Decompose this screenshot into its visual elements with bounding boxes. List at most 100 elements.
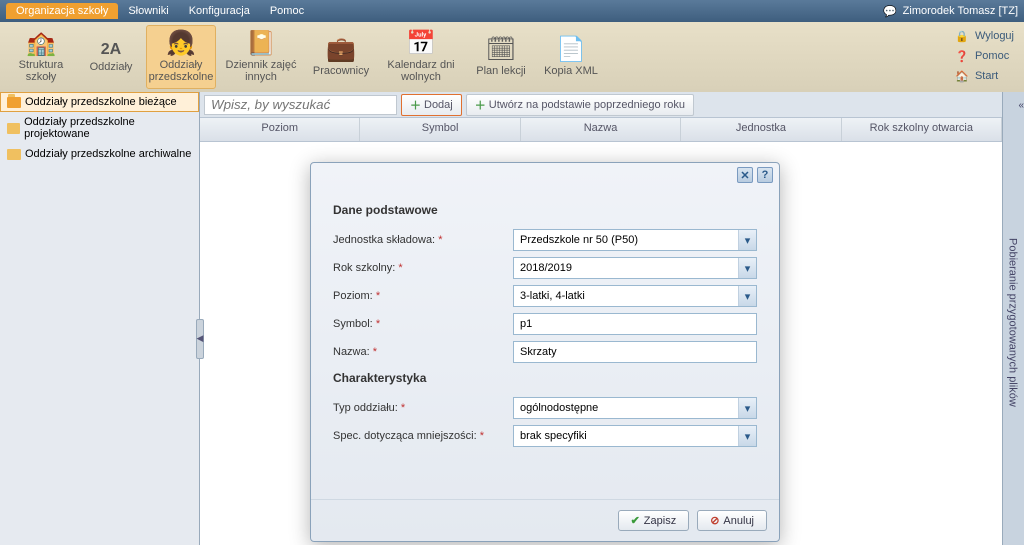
grid-header: Poziom Symbol Nazwa Jednostka Rok szkoln… [200, 118, 1002, 142]
label-rok: Rok szkolny: * [333, 262, 513, 274]
cancel-button[interactable]: ⊘ Anuluj [697, 510, 767, 531]
menu-tab-org[interactable]: Organizacja szkoły [6, 3, 118, 19]
dialog-help-button[interactable]: ? [757, 167, 773, 183]
label-jednostka: Jednostka składowa: * [333, 234, 513, 246]
field-nazwa[interactable]: Skrzaty [513, 341, 757, 363]
add-prev-button[interactable]: ＋Utwórz na podstawie poprzedniego roku [466, 94, 694, 116]
ribbon-struktura[interactable]: 🏫Struktura szkoły [6, 25, 76, 89]
chevron-down-icon[interactable]: ▾ [738, 230, 756, 250]
section-basic: Dane podstawowe [333, 203, 757, 217]
col-jednostka[interactable]: Jednostka [681, 118, 841, 141]
kids-icon: 👧 [166, 31, 196, 57]
sidebar-item-projektowane[interactable]: Oddziały przedszkolne projektowane [0, 112, 199, 144]
sidebar-item-label: Oddziały przedszkolne bieżące [25, 96, 177, 108]
sidebar: Oddziały przedszkolne bieżące Oddziały p… [0, 92, 200, 545]
journal-icon: 📔 [246, 31, 276, 57]
dialog-close-button[interactable]: ✕ [737, 167, 753, 183]
chevron-down-icon[interactable]: ▾ [738, 258, 756, 278]
field-typ[interactable]: ogólnodostępne ▾ [513, 397, 757, 419]
splitter-handle[interactable]: ◀ [196, 319, 204, 359]
chevron-down-icon[interactable]: ▾ [738, 286, 756, 306]
xml-icon: 📄 [556, 37, 586, 63]
field-symbol[interactable]: p1 [513, 313, 757, 335]
field-value: 3-latki, 4-latki [520, 290, 585, 302]
ribbon-label: Plan lekcji [476, 65, 526, 77]
col-rok[interactable]: Rok szkolny otwarcia [842, 118, 1002, 141]
ribbon-label: Pracownicy [313, 65, 369, 77]
class-icon: 2A [101, 41, 121, 59]
close-icon: ✕ [740, 169, 749, 182]
field-value: brak specyfiki [520, 430, 587, 442]
right-rail[interactable]: « Pobieranie przygotowanych plików [1002, 92, 1024, 545]
lock-icon: 🔒 [955, 29, 969, 43]
user-name: Zimorodek Tomasz [TZ] [903, 5, 1018, 17]
content-area: ◀ ＋Dodaj ＋Utwórz na podstawie poprzednie… [200, 92, 1002, 545]
help-link[interactable]: ❓Pomoc [955, 46, 1014, 66]
label-symbol: Symbol: * [333, 318, 513, 330]
start-link[interactable]: 🏠 Start [955, 66, 1014, 86]
ribbon-plan[interactable]: 🗓 Plan lekcji [466, 25, 536, 89]
chevron-down-icon[interactable]: ▾ [738, 426, 756, 446]
schedule-icon: 🗓 [486, 37, 516, 63]
sidebar-item-biezace[interactable]: Oddziały przedszkolne bieżące [0, 92, 199, 112]
ribbon-label: Kalendarz dni wolnych [376, 59, 466, 83]
field-value: 2018/2019 [520, 262, 572, 274]
label-poziom: Poziom: * [333, 290, 513, 302]
link-label: Start [975, 70, 998, 82]
col-nazwa[interactable]: Nazwa [521, 118, 681, 141]
chevron-left-icon: « [1018, 100, 1024, 111]
ribbon-oddzialy[interactable]: 2A Oddziały [76, 25, 146, 89]
field-value: Przedszkole nr 50 (P50) [520, 234, 638, 246]
menu-tab-help[interactable]: Pomoc [260, 3, 314, 19]
field-rok[interactable]: 2018/2019 ▾ [513, 257, 757, 279]
link-label: Pomoc [975, 50, 1009, 62]
question-icon: ? [762, 169, 769, 181]
field-value: p1 [520, 318, 532, 330]
edit-dialog: ✕ ? Dane podstawowe Jednostka składowa: … [310, 162, 780, 542]
ribbon-label: Dziennik zajęć innych [216, 59, 306, 83]
content-toolbar: ＋Dodaj ＋Utwórz na podstawie poprzedniego… [200, 92, 1002, 118]
dialog-header: ✕ ? [311, 163, 779, 187]
sidebar-item-label: Oddziały przedszkolne archiwalne [25, 148, 191, 160]
label-spec: Spec. dotycząca mniejszości: * [333, 430, 513, 442]
calendar-icon: 📅 [406, 31, 436, 57]
field-value: Skrzaty [520, 346, 557, 358]
field-poziom[interactable]: 3-latki, 4-latki ▾ [513, 285, 757, 307]
ribbon-dziennik[interactable]: 📔Dziennik zajęć innych [216, 25, 306, 89]
sidebar-item-archiwalne[interactable]: Oddziały przedszkolne archiwalne [0, 144, 199, 164]
ribbon-pracownicy[interactable]: 💼Pracownicy [306, 25, 376, 89]
home-icon: 🏠 [955, 69, 969, 83]
add-button[interactable]: ＋Dodaj [401, 94, 462, 116]
ribbon-kalendarz[interactable]: 📅Kalendarz dni wolnych [376, 25, 466, 89]
sidebar-item-label: Oddziały przedszkolne projektowane [24, 116, 192, 140]
field-spec[interactable]: brak specyfiki ▾ [513, 425, 757, 447]
plus-icon: ＋ [410, 97, 421, 113]
menu-tab-config[interactable]: Konfiguracja [179, 3, 260, 19]
save-button[interactable]: ✔ Zapisz [618, 510, 690, 531]
check-icon: ✔ [631, 514, 640, 527]
col-poziom[interactable]: Poziom [200, 118, 360, 141]
logout-link[interactable]: 🔒Wyloguj [955, 26, 1014, 46]
search-input[interactable] [204, 95, 397, 115]
field-jednostka[interactable]: Przedszkole nr 50 (P50) ▾ [513, 229, 757, 251]
ribbon-przedszkolne[interactable]: 👧Oddziały przedszkolne [146, 25, 216, 89]
ribbon: 🏫Struktura szkoły 2A Oddziały 👧Oddziały p… [0, 22, 1024, 92]
menu-tab-slowniki[interactable]: Słowniki [118, 3, 178, 19]
ribbon-label: Oddziały [90, 61, 133, 73]
dialog-body: Dane podstawowe Jednostka składowa: * Pr… [311, 187, 779, 499]
user-icon: 💬 [883, 5, 897, 18]
col-symbol[interactable]: Symbol [360, 118, 520, 141]
cancel-icon: ⊘ [710, 514, 719, 527]
button-label: Dodaj [424, 99, 453, 111]
chevron-down-icon[interactable]: ▾ [738, 398, 756, 418]
field-value: ogólnodostępne [520, 402, 598, 414]
dialog-footer: ✔ Zapisz ⊘ Anuluj [311, 499, 779, 541]
section-char: Charakterystyka [333, 371, 757, 385]
button-label: Anuluj [723, 515, 754, 527]
plus-icon: ＋ [475, 97, 486, 113]
ribbon-label: Struktura szkoły [6, 59, 76, 83]
button-label: Zapisz [644, 515, 676, 527]
button-label: Utwórz na podstawie poprzedniego roku [489, 99, 685, 111]
folder-icon [7, 123, 20, 134]
ribbon-xml[interactable]: 📄Kopia XML [536, 25, 606, 89]
